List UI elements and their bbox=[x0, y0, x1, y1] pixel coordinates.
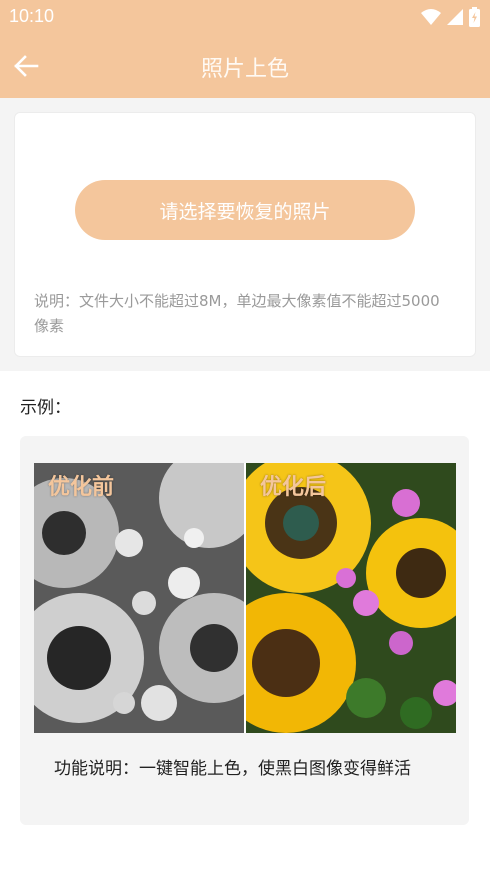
app-toolbar: 照片上色 bbox=[0, 33, 490, 98]
wifi-icon bbox=[421, 9, 441, 25]
signal-icon bbox=[447, 9, 463, 25]
example-panel: 优化前 优化后 功能说明：一键智能上色，使黑白图像变得鲜活 bbox=[20, 436, 469, 825]
feature-description: 功能说明：一键智能上色，使黑白图像变得鲜活 bbox=[54, 759, 411, 779]
status-bar: 10:10 bbox=[0, 0, 490, 33]
page-title: 照片上色 bbox=[200, 57, 289, 82]
after-photo bbox=[246, 463, 456, 733]
status-time: 10:10 bbox=[9, 6, 55, 26]
example-image: 优化前 优化后 bbox=[34, 463, 456, 733]
example-heading: 示例： bbox=[20, 398, 71, 418]
before-label: 优化前 bbox=[48, 475, 115, 500]
upload-card: 请选择要恢复的照片 说明：文件大小不能超过8M，单边最大像素值不能超过5000像… bbox=[14, 112, 476, 357]
battery-charging-icon bbox=[469, 7, 480, 27]
upload-note: 说明：文件大小不能超过8M，单边最大像素值不能超过5000像素 bbox=[34, 292, 440, 335]
status-icons bbox=[421, 7, 480, 27]
before-photo bbox=[34, 463, 244, 733]
upload-section: 请选择要恢复的照片 说明：文件大小不能超过8M，单边最大像素值不能超过5000像… bbox=[0, 98, 490, 371]
after-label: 优化后 bbox=[260, 475, 327, 500]
select-photo-button[interactable]: 请选择要恢复的照片 bbox=[75, 180, 415, 240]
